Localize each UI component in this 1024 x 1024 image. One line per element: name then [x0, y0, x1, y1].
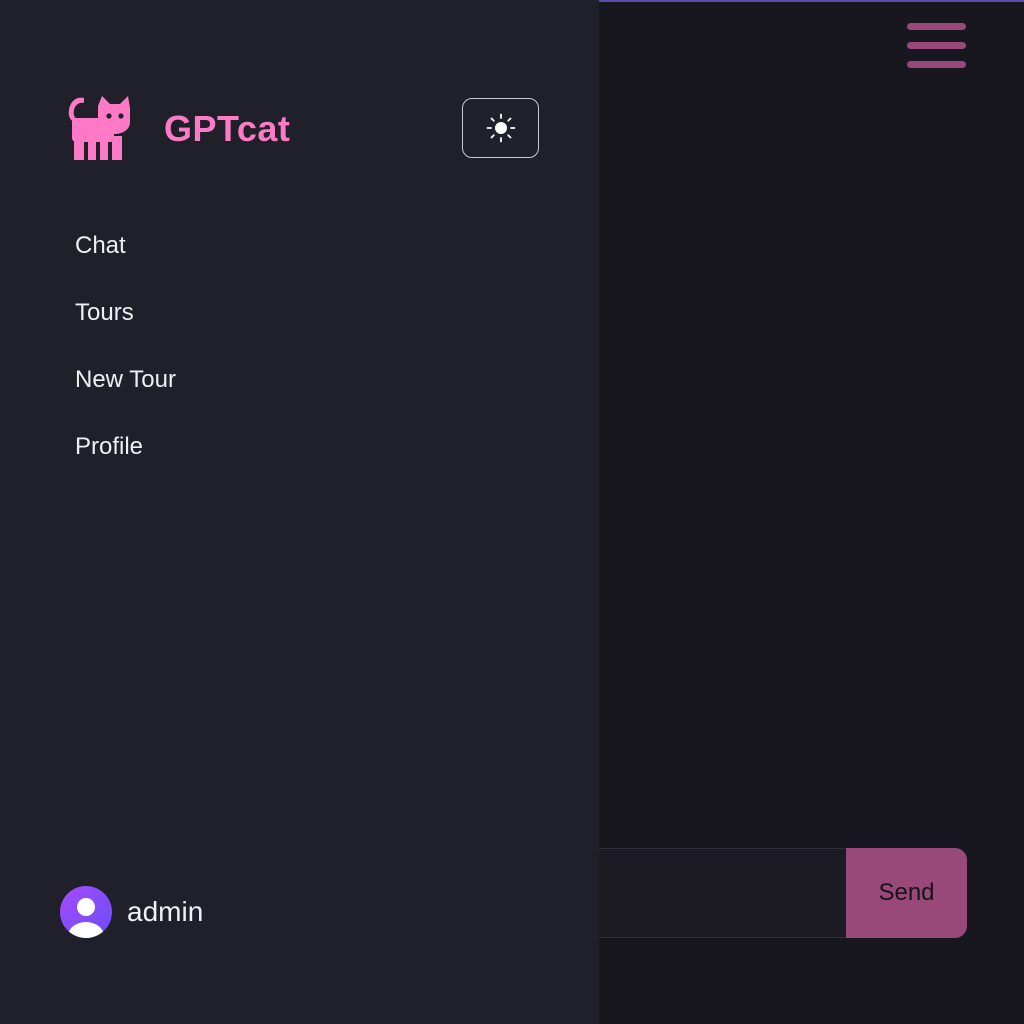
theme-toggle-button[interactable]: [462, 98, 539, 158]
menu-bar: [907, 42, 966, 49]
hamburger-menu-icon[interactable]: [904, 20, 970, 72]
sidebar: GPTcat Chat Tours New Tour Profile admin: [0, 0, 599, 1024]
username: admin: [127, 896, 204, 927]
user-avatar-icon: [60, 886, 112, 938]
brand-title: GPTcat: [164, 108, 291, 149]
sidebar-item-profile[interactable]: Profile: [75, 427, 176, 494]
chat-form: Send: [560, 848, 967, 938]
sidebar-item-chat[interactable]: Chat: [75, 226, 176, 293]
send-button[interactable]: Send: [846, 848, 967, 938]
avatar-silhouette: [68, 898, 104, 938]
sidebar-nav: Chat Tours New Tour Profile: [75, 226, 176, 494]
menu-bar: [907, 23, 966, 30]
chat-input[interactable]: [560, 848, 850, 938]
cat-icon: [68, 96, 130, 160]
menu-bar: [907, 61, 966, 68]
sidebar-item-tours[interactable]: Tours: [75, 293, 176, 360]
user-profile[interactable]: admin: [60, 886, 203, 938]
sun-icon: [486, 113, 515, 143]
sidebar-item-new-tour[interactable]: New Tour: [75, 360, 176, 427]
